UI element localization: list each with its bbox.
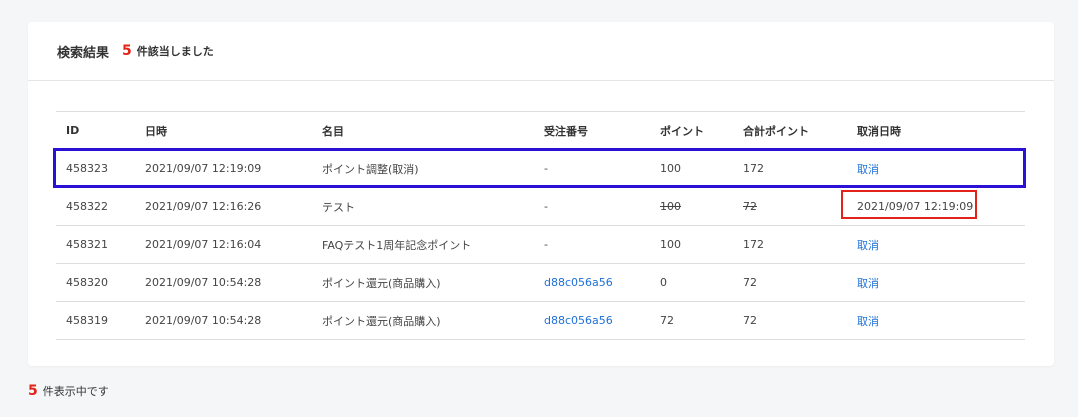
cell-point: 0 — [660, 276, 667, 289]
cell-total-point-cancelled: 72 — [743, 200, 757, 213]
cell-point: 100 — [660, 238, 681, 251]
cell-order-number: - — [544, 162, 548, 175]
results-footer: 5 件表示中です — [28, 383, 109, 399]
results-title: 検索結果 — [57, 45, 110, 61]
cancel-link[interactable]: 取消 — [857, 226, 879, 263]
cancel-link[interactable]: 取消 — [857, 302, 879, 339]
table-row: 458319 2021/09/07 10:54:28 ポイント還元(商品購入) … — [56, 302, 1025, 340]
cell-name: ポイント還元(商品購入) — [322, 276, 441, 290]
table-header-row: ID 日時 名目 受注番号 ポイント 合計ポイント 取消日時 — [56, 112, 1025, 150]
col-header-total-point: 合計ポイント — [743, 124, 809, 138]
results-count: 5 — [122, 43, 132, 59]
col-header-name: 名目 — [322, 124, 344, 138]
col-header-cancel-date: 取消日時 — [857, 124, 901, 138]
cell-name: FAQテスト1周年記念ポイント — [322, 238, 472, 252]
cell-total-point: 72 — [743, 276, 757, 289]
cell-name: テスト — [322, 200, 355, 214]
cancel-link[interactable]: 取消 — [857, 150, 879, 187]
footer-text: 件表示中です — [42, 385, 109, 398]
search-results-card: 検索結果 5 件該当しました ID 日時 名目 受注番号 ポイント 合計ポイント… — [28, 22, 1054, 366]
cell-order-number: - — [544, 200, 548, 213]
col-header-order-number: 受注番号 — [544, 124, 588, 138]
col-header-id: ID — [66, 124, 80, 137]
table-row: 458323 2021/09/07 12:19:09 ポイント調整(取消) - … — [56, 150, 1025, 188]
cell-date: 2021/09/07 12:19:09 — [145, 162, 262, 175]
col-header-point: ポイント — [660, 124, 704, 138]
table-row: 458322 2021/09/07 12:16:26 テスト - 100 72 … — [56, 188, 1025, 226]
cell-total-point: 72 — [743, 314, 757, 327]
table-row: 458321 2021/09/07 12:16:04 FAQテスト1周年記念ポイ… — [56, 226, 1025, 264]
cell-id: 458320 — [66, 276, 108, 289]
cell-id: 458323 — [66, 162, 108, 175]
cell-id: 458319 — [66, 314, 108, 327]
table-row: 458320 2021/09/07 10:54:28 ポイント還元(商品購入) … — [56, 264, 1025, 302]
cell-date: 2021/09/07 12:16:04 — [145, 238, 262, 251]
cell-date: 2021/09/07 12:16:26 — [145, 200, 262, 213]
cell-point-cancelled: 100 — [660, 200, 681, 213]
cell-cancel-date: 2021/09/07 12:19:09 — [857, 200, 974, 213]
cell-date: 2021/09/07 10:54:28 — [145, 314, 262, 327]
footer-count: 5 — [28, 383, 38, 399]
cell-total-point: 172 — [743, 238, 764, 251]
cell-point: 72 — [660, 314, 674, 327]
order-number-link[interactable]: d88c056a56 — [544, 264, 613, 301]
cell-date: 2021/09/07 10:54:28 — [145, 276, 262, 289]
cell-name: ポイント調整(取消) — [322, 162, 419, 176]
col-header-date: 日時 — [145, 124, 167, 138]
cell-id: 458321 — [66, 238, 108, 251]
cell-total-point: 172 — [743, 162, 764, 175]
cell-id: 458322 — [66, 200, 108, 213]
cell-point: 100 — [660, 162, 681, 175]
cancel-link[interactable]: 取消 — [857, 264, 879, 301]
cell-order-number: - — [544, 238, 548, 251]
points-history-table: ID 日時 名目 受注番号 ポイント 合計ポイント 取消日時 458323 20… — [56, 111, 1025, 340]
results-count-suffix: 件該当しました — [136, 45, 214, 58]
cell-name: ポイント還元(商品購入) — [322, 314, 441, 328]
order-number-link[interactable]: d88c056a56 — [544, 302, 613, 339]
results-header: 検索結果 5 件該当しました — [28, 22, 1054, 81]
